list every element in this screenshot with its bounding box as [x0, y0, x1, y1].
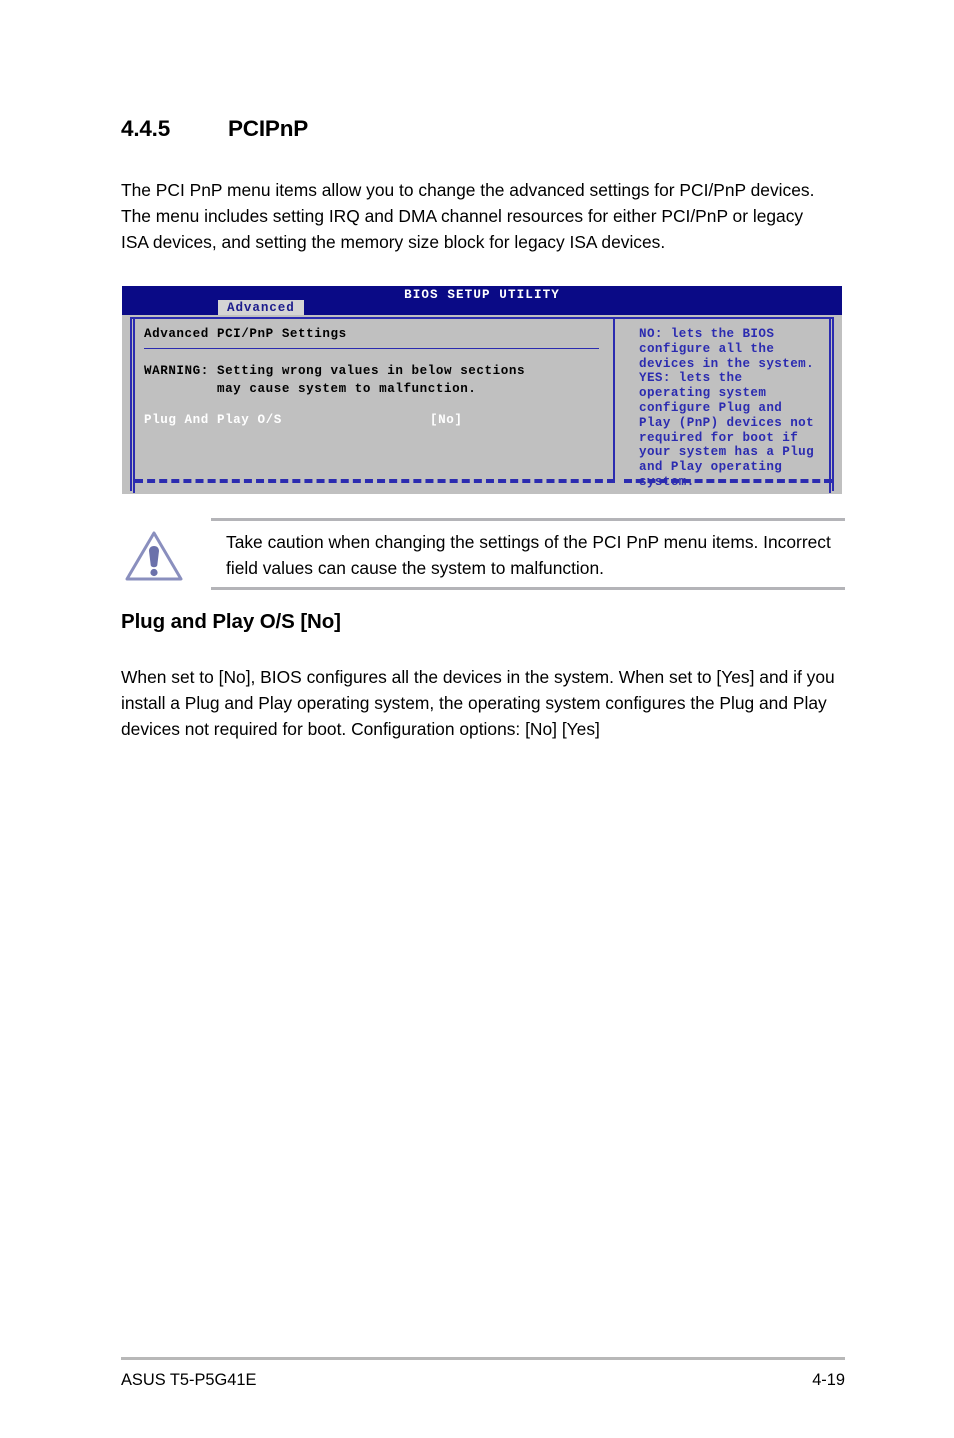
subsection-heading: Plug and Play O/S [No] — [121, 610, 845, 634]
subsection-body: When set to [No], BIOS configures all th… — [121, 664, 839, 742]
bios-help-panel: NO: lets the BIOS configure all the devi… — [639, 327, 835, 490]
bios-warning-line-1: WARNING: Setting wrong values in below s… — [144, 364, 525, 378]
bios-help-line: NO: lets the BIOS — [639, 327, 835, 342]
bios-help-line: required for boot if — [639, 431, 835, 446]
bios-setting-value[interactable]: [No] — [430, 413, 462, 427]
bios-warning-line-2: may cause system to malfunction. — [144, 382, 476, 396]
page-title: 4.4.5 PCIPnP — [121, 116, 845, 142]
bios-warning-text: WARNING: Setting wrong values in below s… — [144, 362, 604, 398]
bios-bottom-dash-left — [135, 479, 615, 483]
bios-settings-panel: Advanced PCI/PnP Settings WARNING: Setti… — [144, 327, 604, 427]
footer-page-number: 4-19 — [645, 1371, 845, 1390]
bios-help-line: configure Plug and — [639, 401, 835, 416]
bios-setting-row-plug-and-play-os[interactable]: Plug And Play O/S [No] — [144, 413, 604, 427]
bios-help-line: operating system — [639, 386, 835, 401]
bios-heading-rule — [144, 348, 599, 349]
document-page: 4.4.5 PCIPnP The PCI PnP menu items allo… — [0, 0, 954, 1438]
bios-panel-heading: Advanced PCI/PnP Settings — [144, 327, 604, 341]
footer-rule — [121, 1357, 845, 1360]
bios-setup-screenshot: BIOS SETUP UTILITY Advanced Advanced PCI… — [122, 286, 842, 494]
footer-product-name: ASUS T5-P5G41E — [121, 1371, 256, 1390]
caution-note: Take caution when changing the settings … — [121, 518, 845, 590]
warning-triangle-icon — [123, 528, 185, 584]
caution-note-top-rule — [211, 518, 845, 521]
section-intro-paragraph: The PCI PnP menu items allow you to chan… — [121, 177, 833, 255]
section-title: PCIPnP — [228, 116, 308, 142]
bios-body: Advanced PCI/PnP Settings WARNING: Setti… — [124, 315, 840, 494]
bios-help-line: your system has a Plug — [639, 445, 835, 460]
caution-note-text: Take caution when changing the settings … — [226, 529, 841, 581]
bios-setting-label: Plug And Play O/S — [144, 413, 430, 427]
bios-help-line: Play (PnP) devices not — [639, 416, 835, 431]
bios-help-line: devices in the system. — [639, 357, 835, 372]
section-number: 4.4.5 — [121, 116, 228, 142]
bios-help-line: configure all the — [639, 342, 835, 357]
bios-help-line: YES: lets the — [639, 371, 835, 386]
caution-note-bottom-rule — [211, 587, 845, 590]
bios-help-line: system. — [639, 475, 835, 490]
bios-help-line: and Play operating — [639, 460, 835, 475]
bios-panel-divider — [613, 317, 615, 483]
